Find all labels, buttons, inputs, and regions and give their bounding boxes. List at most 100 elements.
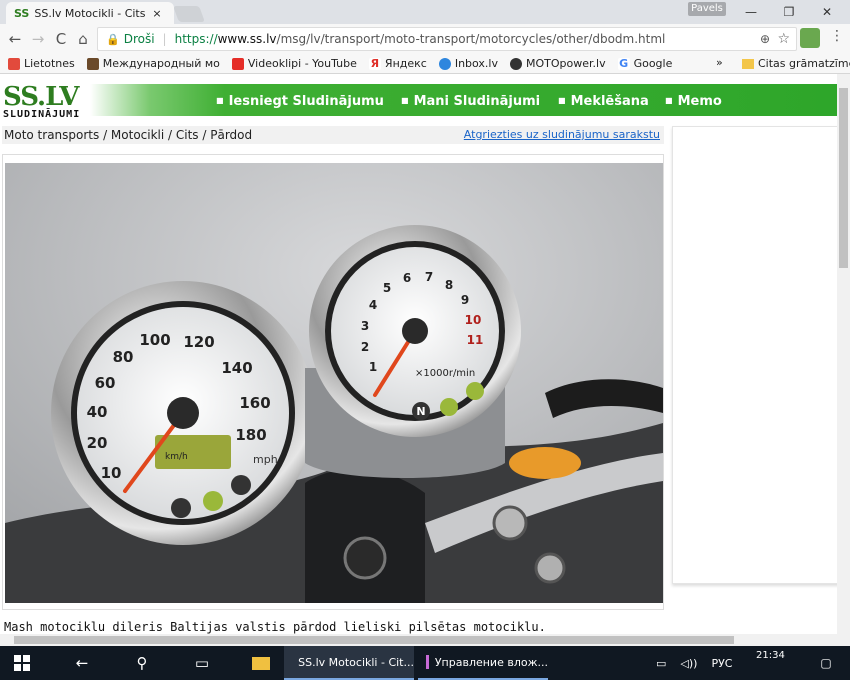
kmh-label: km/h <box>165 452 188 462</box>
taskbar-other-label: Управление влож... <box>434 655 548 669</box>
bookmark-inbox[interactable]: Inbox.lv <box>438 57 498 70</box>
bookmark-label: Google <box>633 57 673 70</box>
language-indicator[interactable]: РУС <box>711 657 732 670</box>
folder-icon <box>742 58 754 69</box>
windows-logo <box>14 655 30 671</box>
listing-photo-frame: 10 20 40 60 80 100 120 140 160 180 km/h … <box>2 154 664 610</box>
speed-tick: 140 <box>221 359 252 377</box>
browser-toolbar: ← → C ⌂ 🔒 Droši | https://www.ss.lv/msg/… <box>0 24 850 54</box>
bookmark-label: Яндекс <box>384 57 427 70</box>
rpm-tick: 2 <box>361 340 369 354</box>
folder-icon <box>252 656 270 670</box>
nav-my-ads[interactable]: Mani Sludinājumi <box>401 94 541 109</box>
rpm-tick: 1 <box>369 360 377 374</box>
rpm-tick: 9 <box>461 293 469 307</box>
mph-label: mph <box>253 453 278 466</box>
windows-start-icon[interactable] <box>0 646 44 680</box>
bookmark-star-icon[interactable]: ☆ <box>777 31 790 47</box>
taskbar-other-app[interactable]: Управление влож... <box>418 646 548 680</box>
address-bar[interactable]: 🔒 Droši | https://www.ss.lv/msg/lv/trans… <box>97 27 797 51</box>
browser-menu-icon[interactable]: ⋮ <box>830 28 844 44</box>
rpm-unit: ×1000r/min <box>415 368 475 379</box>
tab-close-icon[interactable]: × <box>152 7 161 20</box>
home-icon[interactable]: ⌂ <box>72 28 94 50</box>
tachometer: N 1 2 3 4 5 6 7 8 9 10 11 ×1000r/min <box>305 225 521 478</box>
task-view-icon[interactable]: ▭ <box>184 646 220 680</box>
scroll-thumb[interactable] <box>14 636 734 644</box>
volume-icon[interactable]: ◁)) <box>680 657 697 670</box>
network-icon[interactable]: ▭ <box>656 657 666 670</box>
breadcrumb-text[interactable]: Moto transports / Motocikli / Cits / Pār… <box>4 128 252 142</box>
nav-submit-ad[interactable]: Iesniegt Sludinājumu <box>216 94 384 109</box>
vertical-scrollbar[interactable] <box>837 74 850 646</box>
bookmarks-bar: Lietotnes Международный мо Videoklipi - … <box>0 54 850 74</box>
logo-text: SS.LV <box>3 82 79 112</box>
new-tab-button[interactable] <box>173 6 205 22</box>
browser-tab[interactable]: SS SS.lv Motocikli - Cits, Ce × <box>6 2 174 24</box>
reload-icon[interactable]: C <box>50 28 72 50</box>
search-icon[interactable]: ⚲ <box>124 646 160 680</box>
ss-favicon-icon: SS <box>14 6 30 20</box>
google-icon: G <box>617 56 630 70</box>
file-explorer-icon[interactable] <box>246 646 276 680</box>
motorcycle-gauges-image: 10 20 40 60 80 100 120 140 160 180 km/h … <box>5 163 663 603</box>
listing-photo[interactable]: 10 20 40 60 80 100 120 140 160 180 km/h … <box>5 163 663 603</box>
youtube-icon <box>231 57 244 70</box>
zoom-icon[interactable]: ⊕ <box>760 32 770 46</box>
secure-label: Droši <box>123 32 155 46</box>
bookmark-yandex[interactable]: Я Яндекс <box>368 56 427 70</box>
nav-memo[interactable]: Memo <box>665 94 722 109</box>
clock[interactable]: 21:34 <box>756 650 785 661</box>
site-nav-bar: Iesniegt Sludinājumu Mani Sludinājumi Me… <box>90 84 837 116</box>
url-scheme: https:// <box>174 32 218 46</box>
rpm-tick: 6 <box>403 271 411 285</box>
speed-tick: 10 <box>101 464 122 482</box>
logo-subtitle: SLUDINĀJUMI <box>3 109 81 120</box>
restore-button[interactable]: ❐ <box>774 2 804 22</box>
taskbar-chrome-app[interactable]: SS.lv Motocikli - Cit... <box>284 646 414 680</box>
bookmark-motopower[interactable]: MOTOpower.lv <box>510 57 606 70</box>
other-bookmarks-label: Citas grāmatzīmes <box>758 57 850 70</box>
taskbar-chrome-label: SS.lv Motocikli - Cit... <box>298 655 414 669</box>
rpm-tick: 11 <box>467 333 484 347</box>
nav-search[interactable]: Meklēšana <box>558 94 649 109</box>
extension-icon[interactable] <box>800 28 820 48</box>
bookmark-label: Videoklipi - YouTube <box>247 57 357 70</box>
bookmark-youtube[interactable]: Videoklipi - YouTube <box>231 57 357 70</box>
notifications-icon[interactable]: ▢ <box>814 646 838 680</box>
profile-button[interactable]: Pavels <box>688 2 726 16</box>
neutral-label: N <box>416 405 425 418</box>
bookmarks-more-button[interactable]: » <box>716 56 723 69</box>
speed-tick: 60 <box>95 374 116 392</box>
url-host: www.ss.lv <box>217 32 277 46</box>
rpm-tick: 5 <box>383 281 391 295</box>
breadcrumb: Moto transports / Motocikli / Cits / Pār… <box>2 126 664 144</box>
windows-taskbar: ← ⚲ ▭ SS.lv Motocikli - Cit... Управлени… <box>0 646 850 680</box>
speed-tick: 80 <box>113 348 134 366</box>
bookmark-google[interactable]: G Google <box>617 56 673 70</box>
bookmark-apps[interactable]: Lietotnes <box>8 57 75 70</box>
system-tray: ▭ ◁)) РУС <box>656 646 732 680</box>
minimize-button[interactable]: — <box>736 2 766 22</box>
url-text: https://www.ss.lv/msg/lv/transport/moto-… <box>175 32 666 46</box>
rpm-tick: 4 <box>369 298 377 312</box>
speed-tick: 40 <box>87 403 108 421</box>
back-arrow-icon[interactable]: ← <box>64 646 100 680</box>
scroll-thumb[interactable] <box>839 88 848 268</box>
rpm-tick: 3 <box>361 319 369 333</box>
rpm-tick: 10 <box>465 313 482 327</box>
rpm-tick: 8 <box>445 278 453 292</box>
forward-icon[interactable]: → <box>27 28 49 50</box>
back-to-list-link[interactable]: Atgriezties uz sludinājumu sarakstu <box>464 126 660 144</box>
motopower-icon <box>510 57 522 70</box>
close-window-button[interactable]: ✕ <box>812 2 842 22</box>
other-bookmarks-folder[interactable]: Citas grāmatzīmes <box>742 54 850 73</box>
bookmark-international[interactable]: Международный мо <box>86 57 220 70</box>
back-icon[interactable]: ← <box>4 28 26 50</box>
horizontal-scrollbar[interactable] <box>0 634 837 646</box>
bookmark-label: Международный мо <box>102 57 220 70</box>
site-logo[interactable]: SS.LV SLUDINĀJUMI <box>3 82 93 120</box>
bookmark-label: Inbox.lv <box>454 57 498 70</box>
yandex-icon: Я <box>368 56 381 70</box>
speed-tick: 160 <box>239 394 270 412</box>
